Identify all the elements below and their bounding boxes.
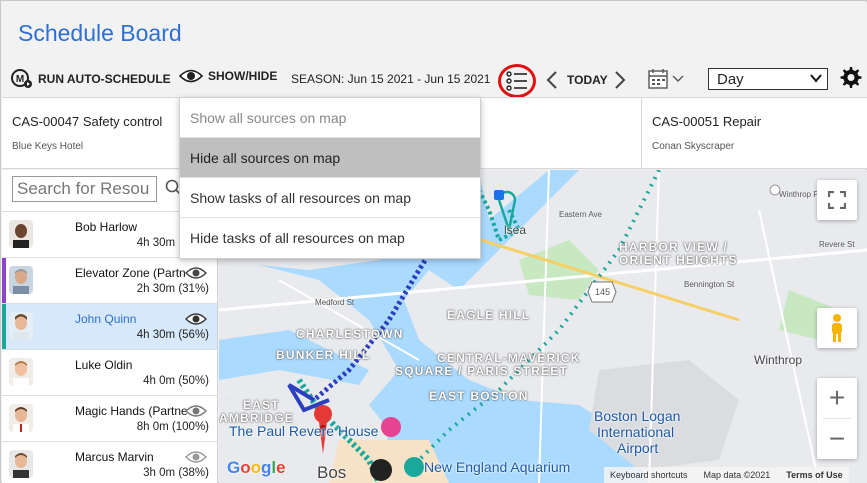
resource-name: Elevator Zone (Partn	[75, 266, 186, 280]
avatar	[9, 404, 33, 432]
menu-item-show-all-sources[interactable]: Show all sources on map	[180, 98, 480, 138]
map-label: International	[597, 424, 675, 440]
fullscreen-icon	[828, 191, 846, 209]
resource-hours: 8h 0m (100%)	[136, 421, 209, 433]
eye-icon[interactable]	[185, 405, 207, 417]
resource-hours: 2h 30m (31%)	[136, 283, 209, 295]
map-label: Airport	[617, 440, 659, 456]
resource-name: Luke Oldin	[75, 358, 133, 372]
page-title: Schedule Board	[18, 20, 182, 46]
view-select-value: Day	[717, 70, 744, 88]
list-options-button[interactable]	[498, 64, 536, 98]
auto-schedule-icon: M	[11, 69, 32, 88]
resource-row[interactable]: Elevator Zone (Partn 2h 30m (31%)	[2, 257, 217, 304]
today-button[interactable]: TODAY	[567, 73, 608, 87]
resource-row[interactable]: John Quinn 4h 30m (56%)	[2, 303, 217, 350]
map-label: SQUARE / PARIS STREET	[395, 364, 568, 378]
map-label: CENTRAL-MAVERICK	[437, 351, 581, 365]
street-view-pegman[interactable]	[817, 308, 857, 348]
calendar-icon[interactable]	[647, 68, 689, 90]
keyboard-shortcuts-link[interactable]: Keyboard shortcuts	[610, 470, 688, 480]
resource-row[interactable]: Marcus Marvin 3h 0m (38%)	[2, 441, 217, 483]
eye-icon	[179, 69, 203, 83]
eye-icon[interactable]	[185, 313, 207, 325]
resource-hours: 4h 30m (56%)	[136, 329, 209, 341]
list-icon	[506, 71, 527, 91]
zoom-control: + −	[817, 378, 857, 459]
avatar	[9, 266, 33, 294]
map-label: Winthrop	[754, 353, 803, 367]
view-select[interactable]: Day	[708, 68, 828, 90]
eye-icon[interactable]	[185, 267, 207, 279]
terms-of-use-link[interactable]: Terms of Use	[786, 470, 842, 480]
avatar	[9, 312, 33, 340]
menu-item-hide-all-tasks[interactable]: Hide tasks of all resources on map	[180, 218, 480, 258]
map-label: lsea	[504, 223, 527, 237]
map-label: BUNKER HILL	[276, 348, 371, 362]
task-card[interactable]: CAS-00047 Safety control Blue Keys Hotel	[2, 98, 180, 168]
show-hide-label: SHOW/HIDE	[208, 69, 278, 83]
task-card-title: CAS-00047 Safety control	[12, 114, 163, 129]
avatar	[9, 450, 33, 478]
svg-text:M: M	[16, 74, 24, 85]
next-day-icon[interactable]	[614, 70, 626, 90]
task-card-subtitle: Blue Keys Hotel	[12, 141, 84, 152]
map-label: Boston Logan	[594, 408, 681, 424]
task-card-title: CAS-00051 Repair	[652, 114, 762, 129]
resource-search-input[interactable]: Search for Resou	[12, 176, 157, 202]
avatar	[9, 358, 33, 386]
map-data-label: Map data ©2021	[703, 470, 771, 480]
fullscreen-button[interactable]	[817, 180, 857, 220]
map-label: EAST BOSTON	[429, 389, 529, 403]
map-label: Bos	[317, 463, 347, 482]
map-label: CHARLESTOWN	[296, 327, 404, 341]
street-label: Medford St	[315, 298, 355, 307]
google-logo: Google	[227, 458, 286, 477]
menu-item-hide-all-sources[interactable]: Hide all sources on map	[180, 138, 480, 178]
map-options-dropdown: Show all sources on map Hide all sources…	[179, 97, 481, 259]
menu-item-show-all-tasks[interactable]: Show tasks of all resources on map	[180, 178, 480, 218]
avatar	[9, 220, 33, 248]
map-label: EAGLE HILL	[447, 308, 531, 322]
season-label: SEASON: Jun 15 2021 - Jun 15 2021	[291, 72, 491, 86]
map-label: EAST	[243, 398, 280, 412]
header: Schedule Board M RUN AUTO-SCHEDULE SHOW/…	[2, 2, 867, 98]
map-poi-label[interactable]: New England Aquarium	[424, 459, 570, 475]
resource-hours: 4h 0m (50%)	[143, 375, 209, 387]
show-hide-button[interactable]: SHOW/HIDE	[179, 69, 277, 83]
map-poi-label[interactable]: The Paul Revere House	[229, 423, 378, 439]
eye-icon[interactable]	[185, 451, 207, 463]
street-label: Eastern Ave	[559, 210, 602, 219]
street-label: Revere St	[819, 240, 855, 249]
chevron-down-icon	[810, 74, 822, 83]
run-auto-schedule-button[interactable]: M RUN AUTO-SCHEDULE	[11, 69, 171, 89]
resource-color-stripe	[2, 258, 6, 304]
resource-row[interactable]: Luke Oldin 4h 0m (50%)	[2, 349, 217, 395]
toolbar: M RUN AUTO-SCHEDULE SHOW/HIDE SEASON: Ju…	[2, 64, 867, 98]
resource-name: John Quinn	[75, 312, 137, 326]
zoom-out-button[interactable]: −	[817, 419, 857, 459]
map-label: HARBOR VIEW /	[619, 240, 728, 254]
resource-name: Marcus Marvin	[75, 450, 154, 464]
zoom-in-button[interactable]: +	[817, 378, 857, 418]
route-shield-label: 145	[595, 287, 611, 297]
resource-row[interactable]: Magic Hands (Partne 8h 0m (100%)	[2, 395, 217, 441]
prev-day-icon[interactable]	[546, 70, 558, 90]
resource-color-stripe	[2, 304, 6, 350]
street-label: Bennington St	[684, 280, 735, 289]
map-label: ORIENT HEIGHTS	[619, 253, 738, 267]
pegman-icon	[832, 314, 842, 342]
map-attribution: Keyboard shortcuts Map data ©2021 Terms …	[604, 467, 849, 483]
resource-hours: 3h 0m (38%)	[143, 467, 209, 479]
task-card[interactable]: CAS-00051 Repair Conan Skyscraper	[642, 98, 867, 168]
app-window: Schedule Board M RUN AUTO-SCHEDULE SHOW/…	[0, 0, 867, 483]
task-card-subtitle: Conan Skyscraper	[652, 141, 735, 152]
resource-name: Magic Hands (Partne	[75, 404, 188, 418]
run-auto-schedule-label: RUN AUTO-SCHEDULE	[38, 72, 171, 86]
gear-icon[interactable]	[838, 66, 862, 90]
